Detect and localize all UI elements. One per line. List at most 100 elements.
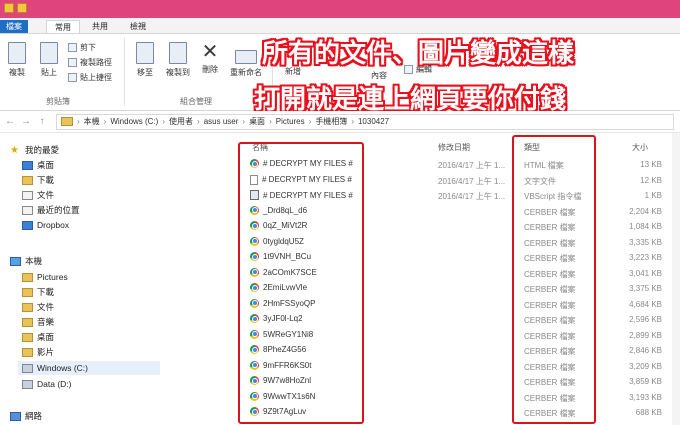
file-size: 2,596 KB — [629, 315, 662, 324]
column-header-date[interactable]: 修改日期 — [438, 142, 470, 153]
downloads-icon — [22, 175, 33, 185]
file-date: 2016/4/17 上午 1... — [438, 192, 506, 201]
file-size: 3,335 KB — [629, 237, 662, 247]
nav-pc-documents[interactable]: 文件 — [22, 300, 54, 314]
breadcrumb-1030427[interactable]: 1030427 — [358, 117, 389, 126]
organize-group-label: 組合管理 — [180, 97, 212, 106]
nav-videos[interactable]: 影片 — [22, 345, 54, 359]
nav-windows-c[interactable]: Windows (C:) — [18, 361, 160, 375]
nav-desktop[interactable]: 桌面 — [22, 158, 54, 172]
pictures-folder-icon — [22, 272, 33, 282]
drive-icon — [22, 379, 33, 389]
copy-button[interactable]: 複製 — [4, 42, 30, 78]
highlight-type-column — [512, 135, 596, 424]
file-size: 3,223 KB — [629, 253, 662, 262]
cut-button[interactable]: 剪下 — [68, 42, 96, 53]
nav-downloads[interactable]: 下載 — [22, 173, 54, 187]
back-arrow-icon[interactable]: ← — [4, 116, 16, 127]
file-size: 1 KB — [644, 191, 662, 200]
dropbox-icon — [22, 220, 33, 230]
up-arrow-icon[interactable]: ↑ — [36, 116, 48, 127]
breadcrumb-asus-user[interactable]: asus user — [204, 117, 239, 126]
file-date: 2016/4/17 上午 1... — [438, 176, 506, 186]
address-bar-row: ← → ↑ › 本機 › Windows (C:) › 使用者 › asus u… — [0, 111, 680, 133]
file-size: 3,859 KB — [629, 377, 662, 386]
music-folder-icon — [22, 317, 33, 327]
delete-x-icon: ✕ — [201, 39, 219, 63]
breadcrumb-windows-c[interactable]: Windows (C:) — [110, 117, 158, 126]
navigation-pane: ★ 我的最愛 桌面 下載 文件 最近的位置 Dropbox 本機 Pictures… — [0, 133, 160, 425]
file-size: 2,899 KB — [629, 330, 662, 340]
overlay-line-1: 所有的文件、圖片變成這樣 — [262, 39, 575, 69]
copy-to-icon — [169, 42, 187, 64]
nav-pc-desktop[interactable]: 桌面 — [22, 330, 54, 344]
breadcrumb-this-pc[interactable]: 本機 — [84, 116, 100, 127]
forward-arrow-icon[interactable]: → — [20, 116, 32, 127]
address-bar[interactable]: › 本機 › Windows (C:) › 使用者 › asus user › … — [56, 113, 674, 130]
folder-icon — [61, 117, 73, 126]
vertical-scrollbar[interactable] — [672, 133, 680, 425]
move-to-button[interactable]: 移至 — [132, 42, 158, 78]
shortcut-icon — [68, 73, 77, 82]
nav-music[interactable]: 音樂 — [22, 315, 54, 329]
breadcrumb-phone-album[interactable]: 手機相簿 — [315, 116, 347, 127]
folder-icon[interactable] — [4, 3, 14, 13]
nav-documents[interactable]: 文件 — [22, 188, 54, 202]
move-to-icon — [136, 42, 154, 64]
folder-icon[interactable] — [17, 3, 27, 13]
breadcrumb-users[interactable]: 使用者 — [169, 116, 193, 127]
file-size: 2,846 KB — [629, 346, 662, 355]
desktop-folder-icon — [22, 332, 33, 342]
file-date: 2016/4/17 上午 1... — [438, 161, 506, 170]
breadcrumb-pictures[interactable]: Pictures — [276, 117, 305, 126]
file-size: 12 KB — [640, 175, 662, 185]
breadcrumb-desktop[interactable]: 桌面 — [249, 116, 265, 127]
clipboard-icon — [40, 42, 58, 64]
nav-recent[interactable]: 最近的位置 — [22, 203, 80, 217]
copy-path-button[interactable]: 複製路徑 — [68, 57, 112, 68]
nav-network[interactable]: 網路 — [10, 409, 42, 423]
recent-places-icon — [22, 205, 33, 215]
paste-shortcut-button[interactable]: 貼上捷徑 — [68, 72, 112, 83]
nav-favorites[interactable]: ★ 我的最愛 — [10, 143, 59, 157]
clipboard-group-label: 剪貼簿 — [46, 97, 70, 106]
file-size: 3,209 KB — [629, 361, 662, 371]
group-divider — [124, 38, 125, 106]
nav-this-pc[interactable]: 本機 — [10, 254, 42, 268]
documents-folder-icon — [22, 302, 33, 312]
drive-icon — [22, 363, 33, 373]
scissors-icon — [68, 43, 77, 52]
copy-icon — [8, 42, 26, 64]
file-size: 4,684 KB — [629, 299, 662, 309]
file-size: 688 KB — [635, 408, 662, 417]
desktop-icon — [22, 160, 33, 170]
tab-view[interactable]: 檢視 — [122, 20, 154, 34]
tab-file[interactable]: 檔案 — [0, 20, 28, 34]
file-size: 3,193 KB — [629, 392, 662, 402]
file-size: 2,204 KB — [629, 206, 662, 216]
highlight-name-column — [238, 142, 364, 424]
tab-home[interactable]: 常用 — [46, 20, 80, 34]
file-size: 1,084 KB — [629, 222, 662, 231]
network-icon — [10, 411, 21, 421]
documents-icon — [22, 190, 33, 200]
nav-dropbox[interactable]: Dropbox — [22, 218, 69, 232]
file-size: 3,375 KB — [629, 284, 662, 293]
file-size: 3,041 KB — [629, 268, 662, 278]
star-icon: ★ — [10, 144, 19, 156]
copy-to-button[interactable]: 複製到 — [164, 42, 192, 78]
nav-pictures[interactable]: Pictures — [22, 270, 68, 284]
quick-access-toolbar — [4, 3, 27, 13]
nav-data-d[interactable]: Data (D:) — [22, 377, 71, 391]
videos-folder-icon — [22, 347, 33, 357]
file-size: 13 KB — [640, 160, 662, 169]
downloads-folder-icon — [22, 287, 33, 297]
nav-pc-downloads[interactable]: 下載 — [22, 285, 54, 299]
delete-button[interactable]: ✕ 刪除 — [198, 40, 222, 75]
column-header-size[interactable]: 大小 — [632, 142, 648, 153]
paste-button[interactable]: 貼上 — [36, 42, 62, 78]
copy-path-icon — [68, 58, 77, 67]
ribbon-tabs: 檔案 常用 共用 檢視 — [0, 18, 680, 34]
computer-icon — [10, 256, 21, 266]
tab-share[interactable]: 共用 — [84, 20, 116, 34]
